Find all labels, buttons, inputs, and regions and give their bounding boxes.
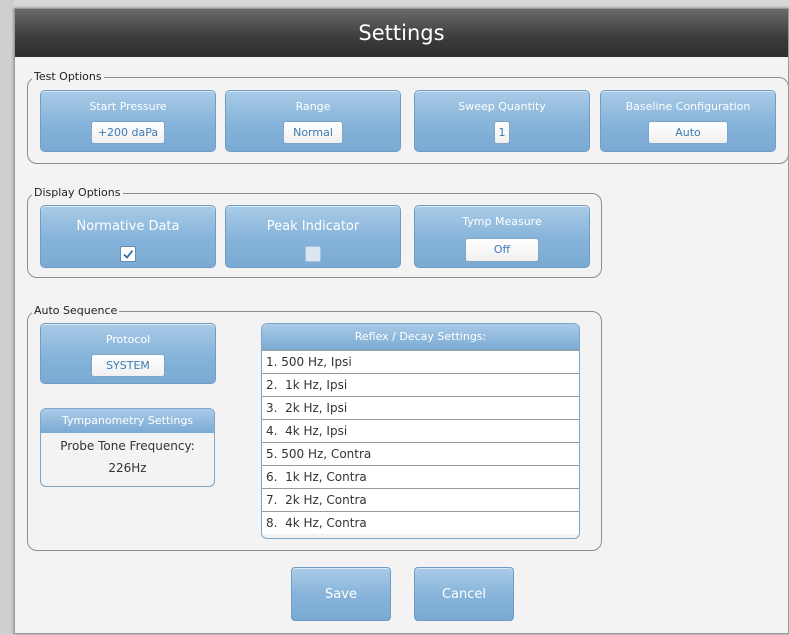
tympanometry-settings-title: Tympanometry Settings (41, 409, 214, 433)
list-item[interactable]: 8. 4k Hz, Contra (262, 511, 579, 534)
dialog-title-bar: Settings (15, 9, 788, 57)
tympanometry-settings-panel: Tympanometry Settings Probe Tone Frequen… (40, 408, 215, 487)
normative-data-tile[interactable]: Normative Data (40, 205, 216, 268)
protocol-title: Protocol (105, 333, 151, 346)
tymp-measure-title: Tymp Measure (462, 215, 542, 228)
peak-indicator-tile[interactable]: Peak Indicator (225, 205, 401, 268)
list-item[interactable]: 4. 4k Hz, Ipsi (262, 419, 579, 442)
background-strip (0, 0, 14, 635)
display-options-label: Display Options (32, 185, 123, 201)
start-pressure-tile: Start Pressure +200 daPa (40, 90, 216, 152)
range-title: Range (295, 100, 331, 113)
baseline-configuration-button[interactable]: Auto (648, 121, 728, 144)
list-item[interactable]: 6. 1k Hz, Contra (262, 465, 579, 488)
dialog-title: Settings (358, 21, 445, 45)
range-tile: Range Normal (225, 90, 401, 152)
peak-indicator-title: Peak Indicator (266, 219, 360, 234)
list-item[interactable]: 2. 1k Hz, Ipsi (262, 373, 579, 396)
list-item[interactable]: 3. 2k Hz, Ipsi (262, 396, 579, 419)
auto-sequence-label: Auto Sequence (32, 303, 120, 319)
baseline-configuration-tile: Baseline Configuration Auto (600, 90, 776, 152)
protocol-tile: Protocol SYSTEM (40, 323, 216, 384)
sweep-quantity-tile: Sweep Quantity 1 (414, 90, 590, 152)
range-button[interactable]: Normal (283, 121, 343, 144)
probe-tone-frequency-value: 226Hz (108, 461, 147, 475)
test-options-group: Test Options Start Pressure +200 daPa Ra… (27, 69, 788, 164)
auto-sequence-group: Auto Sequence Protocol SYSTEM Tympanomet… (27, 303, 602, 551)
reflex-decay-settings-title: Reflex / Decay Settings: (262, 324, 579, 350)
list-item[interactable]: 5. 500 Hz, Contra (262, 442, 579, 465)
display-options-group: Display Options Normative Data Peak Indi… (27, 185, 602, 278)
list-item[interactable]: 1. 500 Hz, Ipsi (262, 350, 579, 373)
tymp-measure-button[interactable]: Off (465, 238, 539, 262)
sweep-quantity-button[interactable]: 1 (494, 121, 510, 144)
probe-tone-frequency-label: Probe Tone Frequency: (60, 439, 195, 453)
list-item[interactable]: 7. 2k Hz, Contra (262, 488, 579, 511)
start-pressure-button[interactable]: +200 daPa (91, 121, 165, 144)
protocol-button[interactable]: SYSTEM (91, 354, 165, 377)
reflex-decay-settings-panel: Reflex / Decay Settings: 1. 500 Hz, Ipsi… (261, 323, 580, 539)
normative-data-checkbox[interactable] (120, 246, 136, 262)
normative-data-title: Normative Data (76, 219, 180, 234)
peak-indicator-checkbox[interactable] (305, 246, 321, 262)
test-options-label: Test Options (32, 69, 104, 85)
checkmark-icon (123, 249, 134, 259)
start-pressure-title: Start Pressure (89, 100, 167, 113)
cancel-button[interactable]: Cancel (414, 567, 514, 621)
tymp-measure-tile: Tymp Measure Off (414, 205, 590, 268)
baseline-configuration-title: Baseline Configuration (625, 100, 751, 113)
sweep-quantity-title: Sweep Quantity (458, 100, 546, 113)
reflex-decay-list: 1. 500 Hz, Ipsi 2. 1k Hz, Ipsi 3. 2k Hz,… (262, 350, 579, 534)
settings-dialog: Settings Test Options Start Pressure +20… (14, 8, 789, 634)
save-button[interactable]: Save (291, 567, 391, 621)
